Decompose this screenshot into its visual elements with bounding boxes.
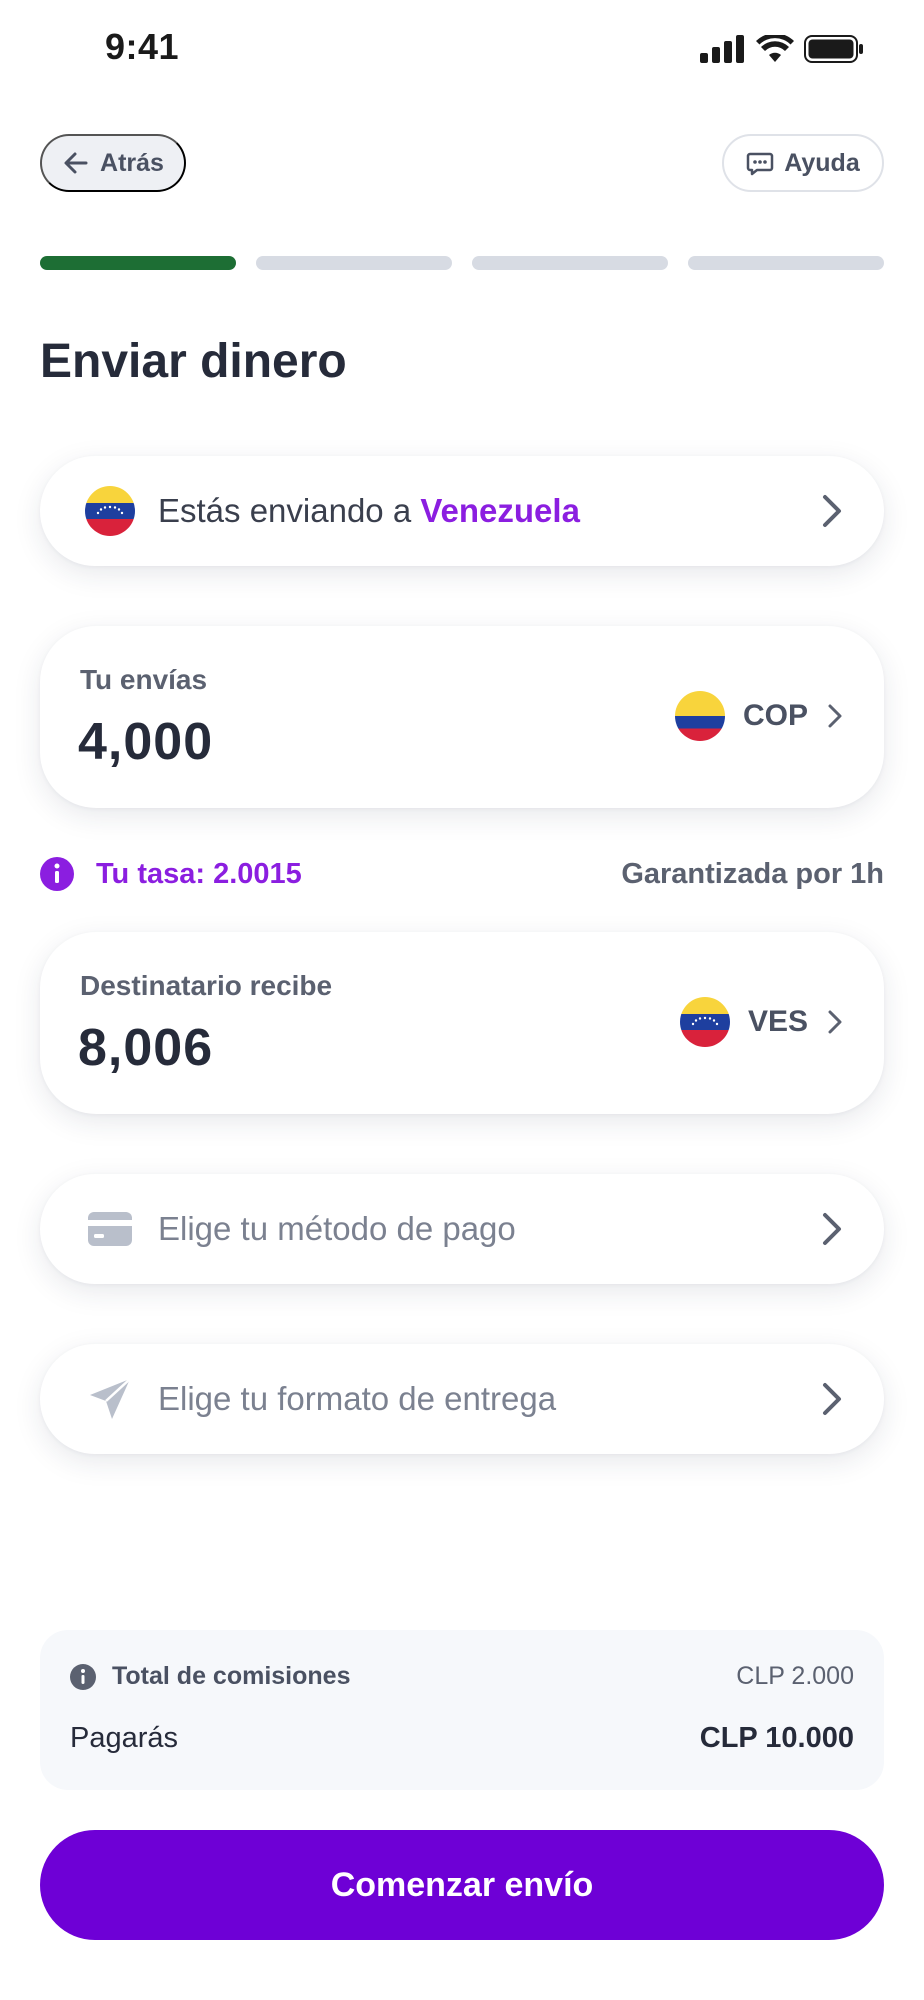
total-fees-row: Total de comisiones CLP 2.000 [70,1662,854,1691]
receive-currency-code: VES [747,1005,808,1038]
chevron-right-icon [823,1383,841,1415]
send-amount-card[interactable]: Tu envías 4,000 COP [40,626,884,808]
delivery-format-selector[interactable]: Elige tu formato de entrega [40,1344,884,1454]
total-fees-label: Total de comisiones [112,1662,351,1690]
start-transfer-button[interactable]: Comenzar envío [40,1830,884,1940]
destination-prefix: Estás enviando a [158,492,412,529]
battery-icon [804,35,863,63]
progress-step-2 [256,256,452,270]
payment-method-placeholder: Elige tu método de pago [158,1210,516,1247]
exchange-rate-row: Tu tasa: 2.0015 Garantizada por 1h [40,852,884,896]
step-progress [40,256,884,272]
credit-card-icon [88,1212,132,1246]
fees-summary: Total de comisiones CLP 2.000 Pagarás CL… [40,1630,884,1790]
delivery-format-placeholder: Elige tu formato de entrega [158,1380,557,1417]
chevron-right-icon [828,1010,842,1034]
venezuela-flag-icon [85,486,135,536]
destination-country-selector[interactable]: Estás enviando a Venezuela [40,456,884,566]
wifi-icon [756,35,794,62]
receive-amount-card[interactable]: Destinatario recibe 8,006 VES [40,932,884,1114]
chevron-right-icon [823,1213,841,1245]
exchange-rate: Tu tasa: 2.0015 [96,857,302,890]
send-label: Tu envías [80,664,208,695]
page-title: Enviar dinero [40,335,347,388]
receive-currency-selector[interactable]: VES [679,996,844,1048]
chat-bubble-icon [747,152,774,176]
colombia-flag-icon [674,691,725,741]
pay-total-value: CLP 10.000 [699,1722,854,1754]
paper-plane-icon [90,1378,131,1419]
status-icons [700,34,864,64]
cellular-signal-icon [700,35,744,63]
venezuela-flag-icon [679,997,730,1047]
chevron-right-icon [823,495,841,527]
help-label: Ayuda [784,148,860,177]
pay-total-label: Pagarás [70,1722,179,1754]
info-icon[interactable] [40,857,74,891]
chevron-right-icon [828,704,842,728]
receive-label: Destinatario recibe [80,970,333,1001]
send-currency-selector[interactable]: COP [674,690,844,742]
progress-step-4 [688,256,884,270]
status-time: 9:41 [105,26,180,67]
payment-method-selector[interactable]: Elige tu método de pago [40,1174,884,1284]
rate-guarantee: Garantizada por 1h [621,857,884,890]
back-label: Atrás [100,148,164,177]
receive-amount[interactable]: 8,006 [78,1018,213,1078]
progress-step-1 [40,256,236,270]
status-bar: 9:41 [0,0,924,96]
arrow-left-icon [64,152,88,174]
destination-country: Venezuela [420,492,580,529]
help-button[interactable]: Ayuda [722,134,884,192]
progress-step-3 [472,256,668,270]
total-fees-value: CLP 2.000 [736,1662,854,1690]
pay-total-row: Pagarás CLP 10.000 [70,1722,854,1755]
send-currency-code: COP [742,699,808,732]
back-button[interactable]: Atrás [40,134,186,192]
info-icon[interactable] [70,1663,96,1690]
send-amount[interactable]: 4,000 [78,712,213,772]
destination-text: Estás enviando a Venezuela [158,492,804,530]
